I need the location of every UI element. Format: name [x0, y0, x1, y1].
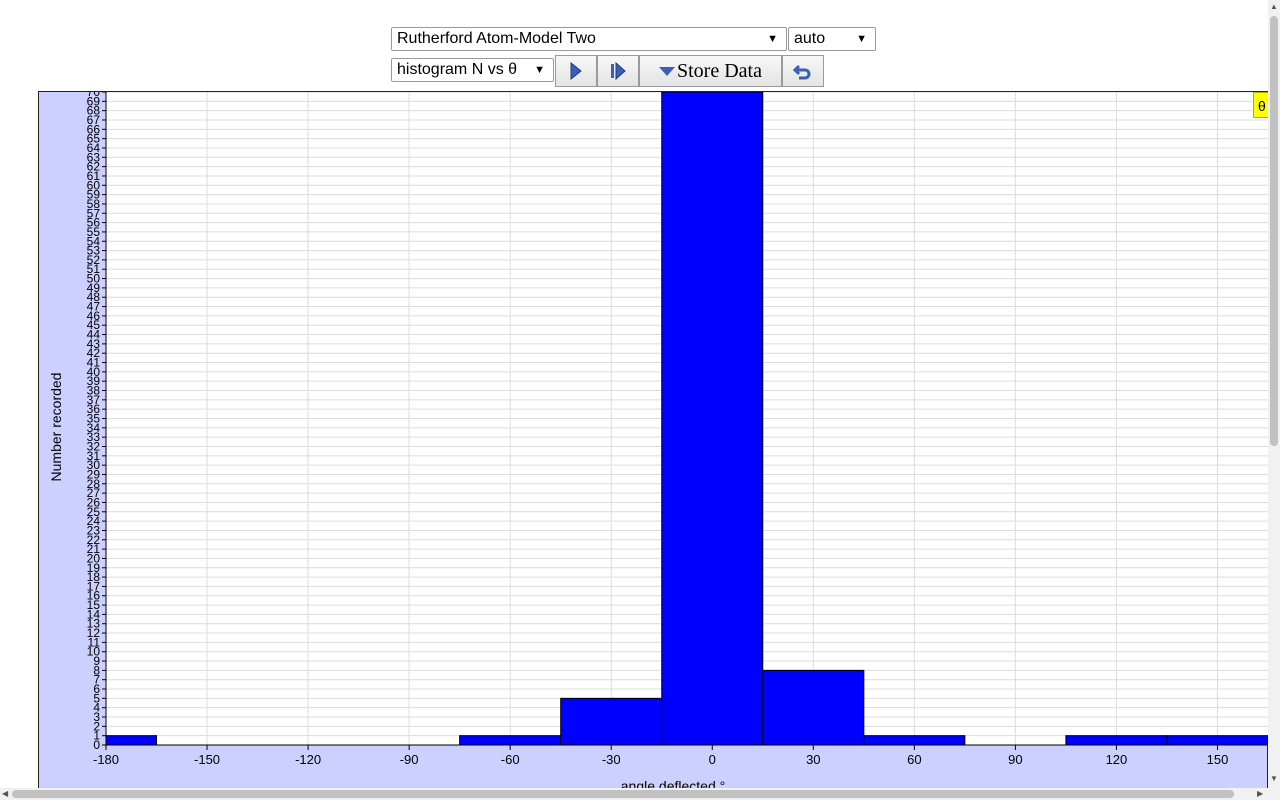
step-forward-icon: [611, 62, 626, 80]
speed-select-value: auto: [794, 30, 826, 47]
plot-type-select-value: histogram N vs θ: [397, 61, 518, 78]
model-select[interactable]: Rutherford Atom-Model Two ▼: [391, 27, 787, 51]
histogram-bar: [661, 92, 764, 746]
step-button[interactable]: [597, 55, 639, 87]
chevron-down-icon: ▼: [856, 33, 867, 45]
model-select-value: Rutherford Atom-Model Two: [397, 30, 596, 47]
x-tick-label: -90: [400, 752, 419, 767]
speed-select[interactable]: auto ▼: [788, 27, 876, 51]
histogram-bar: [459, 735, 562, 746]
scroll-left-icon[interactable]: ◀: [2, 789, 8, 798]
histogram-bar: [560, 697, 663, 746]
y-tick-label: 70: [87, 92, 101, 99]
horizontal-scroll-thumb[interactable]: [12, 790, 1234, 798]
histogram-bar: [1065, 735, 1168, 746]
histogram-plot-panel: 0 1 2 3 4 5 6 7 8 9 10 11 12 13 14 15 16 17 18 19 20 21 22 23 24…: [38, 91, 1269, 792]
x-tick-label: -180: [93, 752, 119, 767]
scroll-down-icon[interactable]: ▼: [1270, 774, 1278, 783]
vertical-scroll-thumb[interactable]: [1270, 16, 1278, 446]
y-axis-label: Number recorded: [48, 373, 64, 482]
store-data-button[interactable]: Store Data: [639, 55, 782, 87]
chevron-down-icon: ▼: [534, 64, 545, 76]
play-button[interactable]: [555, 55, 597, 87]
chevron-down-icon: ▼: [767, 33, 778, 45]
x-tick-label: -30: [602, 752, 621, 767]
horizontal-scrollbar[interactable]: ◀ ▶: [0, 788, 1280, 800]
x-tick-label: -150: [194, 752, 220, 767]
histogram-bar: [863, 735, 966, 746]
x-tick-label: 150: [1207, 752, 1229, 767]
x-tick-label: -120: [295, 752, 321, 767]
x-tick-label: -60: [501, 752, 520, 767]
x-tick-label: 120: [1106, 752, 1128, 767]
scroll-right-icon[interactable]: ▶: [1257, 789, 1263, 798]
x-tick-label: 0: [709, 752, 716, 767]
plot-type-select[interactable]: histogram N vs θ ▼: [391, 58, 554, 82]
undo-icon: [793, 64, 811, 80]
vertical-scrollbar[interactable]: ▲ ▼: [1268, 0, 1280, 788]
undo-button[interactable]: [782, 55, 824, 87]
theta-tab[interactable]: θ: [1253, 92, 1269, 118]
histogram-chart: 0123456789101112131415161718192021222324…: [48, 92, 1269, 792]
x-tick-label: 60: [907, 752, 921, 767]
histogram-bar: [1166, 735, 1269, 746]
x-tick-label: 90: [1008, 752, 1022, 767]
histogram-bar: [762, 669, 865, 746]
play-icon: [570, 62, 582, 80]
scroll-up-icon[interactable]: ▲: [1270, 2, 1278, 11]
triangle-down-icon: [659, 67, 675, 76]
histogram-bar: [105, 735, 158, 746]
store-data-label: Store Data: [677, 59, 762, 82]
x-tick-label: 30: [806, 752, 820, 767]
